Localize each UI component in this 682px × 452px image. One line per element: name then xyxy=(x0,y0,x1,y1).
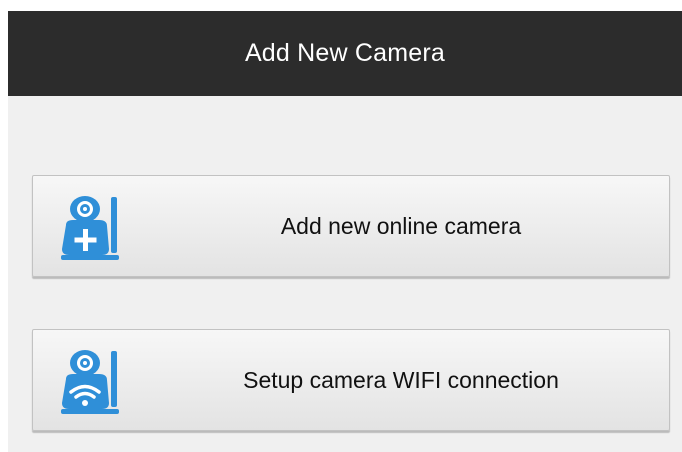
app-header: Add New Camera xyxy=(8,11,682,96)
setup-wifi-connection-button[interactable]: Setup camera WIFI connection xyxy=(32,329,670,431)
add-online-camera-label: Add new online camera xyxy=(280,212,522,239)
page-title: Add New Camera xyxy=(244,39,446,67)
setup-wifi-connection-label: Setup camera WIFI connection xyxy=(243,366,559,393)
camera-add-icon xyxy=(57,193,127,263)
add-online-camera-button[interactable]: Add new online camera xyxy=(32,175,670,277)
app-screen: Add New Camera Add new online camera Set… xyxy=(8,11,682,452)
camera-wifi-icon xyxy=(57,347,127,417)
